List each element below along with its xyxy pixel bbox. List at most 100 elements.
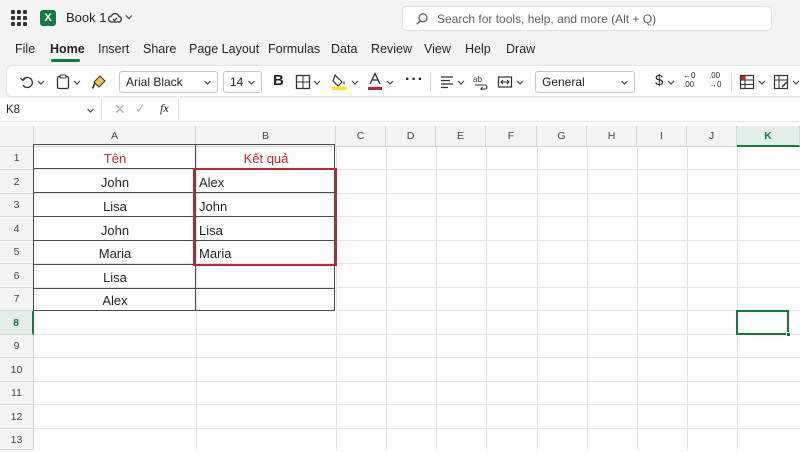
cell-b1[interactable]: Kết quả (196, 147, 336, 170)
row-header-3[interactable]: 3 (0, 194, 34, 217)
increase-decimal-button[interactable]: ←0 .00 (683, 71, 695, 89)
row-header-8[interactable]: 8 (0, 311, 34, 335)
excel-logo-icon: X (40, 10, 56, 26)
column-header-e[interactable]: E (436, 126, 486, 147)
font-name-dropdown[interactable]: Arial Black (119, 71, 218, 93)
row-header-4[interactable]: 4 (0, 217, 34, 241)
chevron-down-icon[interactable] (667, 74, 675, 90)
tab-formulas[interactable]: Formulas (268, 42, 320, 56)
app-launcher-icon[interactable] (11, 10, 27, 26)
tab-file[interactable]: File (15, 42, 35, 56)
tab-view[interactable]: View (424, 42, 451, 56)
decrease-decimal-button[interactable]: .00 →0 (709, 71, 721, 89)
chevron-down-icon[interactable] (313, 74, 321, 90)
column-header-f[interactable]: F (486, 126, 537, 147)
chevron-down-icon[interactable] (386, 74, 394, 90)
tab-draw[interactable]: Draw (506, 42, 535, 56)
search-icon (416, 13, 428, 25)
cell-a5[interactable]: Maria (34, 242, 196, 265)
cell-a4[interactable]: John (34, 219, 196, 242)
more-font-options-button[interactable]: ··· (405, 72, 424, 88)
chevron-down-icon[interactable] (792, 74, 800, 90)
select-all-corner[interactable] (0, 126, 34, 147)
chevron-down-icon (87, 108, 94, 113)
font-size-value: 14 (230, 75, 244, 89)
chevron-down-icon (248, 80, 255, 85)
document-title[interactable]: Book 1 (66, 10, 106, 26)
undo-icon[interactable] (19, 74, 35, 90)
chevron-down-icon[interactable] (37, 74, 45, 90)
cell-a2[interactable]: John (34, 171, 196, 194)
column-header-d[interactable]: D (386, 126, 436, 147)
row-header-1[interactable]: 1 (0, 147, 34, 170)
column-header-c[interactable]: C (336, 126, 386, 147)
gridline (34, 428, 800, 429)
cell-a1[interactable]: Tên (34, 147, 196, 170)
column-header-j[interactable]: J (687, 126, 737, 147)
column-header-i[interactable]: I (637, 126, 687, 147)
tab-insert[interactable]: Insert (98, 42, 129, 56)
format-as-table-icon[interactable] (773, 74, 789, 90)
cell-a7[interactable]: Alex (34, 289, 196, 312)
cancel-edit-icon[interactable]: ✕ (114, 102, 126, 116)
enter-edit-icon[interactable]: ✓ (135, 102, 146, 116)
font-color-icon[interactable] (367, 72, 383, 90)
tab-help[interactable]: Help (465, 42, 491, 56)
row-header-9[interactable]: 9 (0, 335, 34, 358)
tab-page-layout[interactable]: Page Layout (189, 42, 259, 56)
active-tab-indicator (51, 59, 80, 62)
row-header-5[interactable]: 5 (0, 241, 34, 264)
cloud-saved-icon[interactable] (108, 11, 122, 25)
tab-data[interactable]: Data (331, 42, 357, 56)
insert-function-button[interactable]: fx (160, 101, 169, 116)
chevron-down-icon[interactable] (457, 74, 465, 90)
font-size-dropdown[interactable]: 14 (223, 71, 262, 93)
formula-input[interactable] (178, 98, 800, 122)
wrap-text-icon[interactable]: ab (473, 74, 489, 90)
number-format-dropdown[interactable]: General (535, 71, 635, 93)
chevron-down-icon[interactable] (758, 74, 766, 90)
increase-decimal-bottom: .00 (683, 80, 695, 89)
chevron-down-icon[interactable] (516, 74, 524, 90)
align-icon[interactable] (439, 74, 455, 90)
column-header-k[interactable]: K (737, 126, 800, 147)
row-header-2[interactable]: 2 (0, 170, 34, 194)
currency-format-button[interactable]: $ (655, 72, 663, 90)
cell-a6[interactable]: Lisa (34, 266, 196, 289)
format-painter-icon[interactable] (91, 74, 107, 90)
row-header-10[interactable]: 10 (0, 358, 34, 382)
gridline (34, 404, 800, 405)
highlight-box (193, 168, 337, 266)
cell-a3[interactable]: Lisa (34, 195, 196, 218)
column-header-g[interactable]: G (537, 126, 587, 147)
font-name-value: Arial Black (126, 75, 183, 89)
ribbon-toolbar: Arial Black 14 B ··· ab General $ ←0 .00… (6, 65, 800, 97)
number-format-value: General (542, 75, 585, 89)
row-header-13[interactable]: 13 (0, 429, 34, 450)
tab-share[interactable]: Share (143, 42, 176, 56)
conditional-formatting-icon[interactable] (739, 74, 755, 90)
ribbon-area: Arial Black 14 B ··· ab General $ ←0 .00… (0, 64, 800, 98)
active-cell-k8[interactable] (736, 310, 789, 335)
chevron-down-icon[interactable] (124, 12, 134, 22)
row-header-12[interactable]: 12 (0, 405, 34, 429)
search-placeholder: Search for tools, help, and more (Alt + … (437, 12, 657, 26)
bold-button[interactable]: B (273, 72, 284, 90)
chevron-down-icon[interactable] (351, 74, 359, 90)
decrease-decimal-bottom: →0 (709, 80, 722, 89)
paste-clipboard-icon[interactable] (55, 74, 71, 90)
title-bar: X Book 1 Search for tools, help, and mor… (0, 0, 800, 36)
merge-center-icon[interactable] (497, 74, 513, 90)
borders-icon[interactable] (295, 74, 311, 90)
search-box[interactable]: Search for tools, help, and more (Alt + … (402, 6, 772, 31)
tab-home[interactable]: Home (50, 42, 85, 56)
chevron-down-icon[interactable] (73, 74, 81, 90)
tab-review[interactable]: Review (371, 42, 412, 56)
fill-handle[interactable] (786, 332, 791, 337)
row-header-11[interactable]: 11 (0, 382, 34, 405)
column-header-h[interactable]: H (587, 126, 637, 147)
row-header-6[interactable]: 6 (0, 264, 34, 288)
fill-color-icon[interactable] (331, 72, 348, 90)
row-header-7[interactable]: 7 (0, 288, 34, 311)
name-box[interactable]: K8 (0, 98, 102, 122)
